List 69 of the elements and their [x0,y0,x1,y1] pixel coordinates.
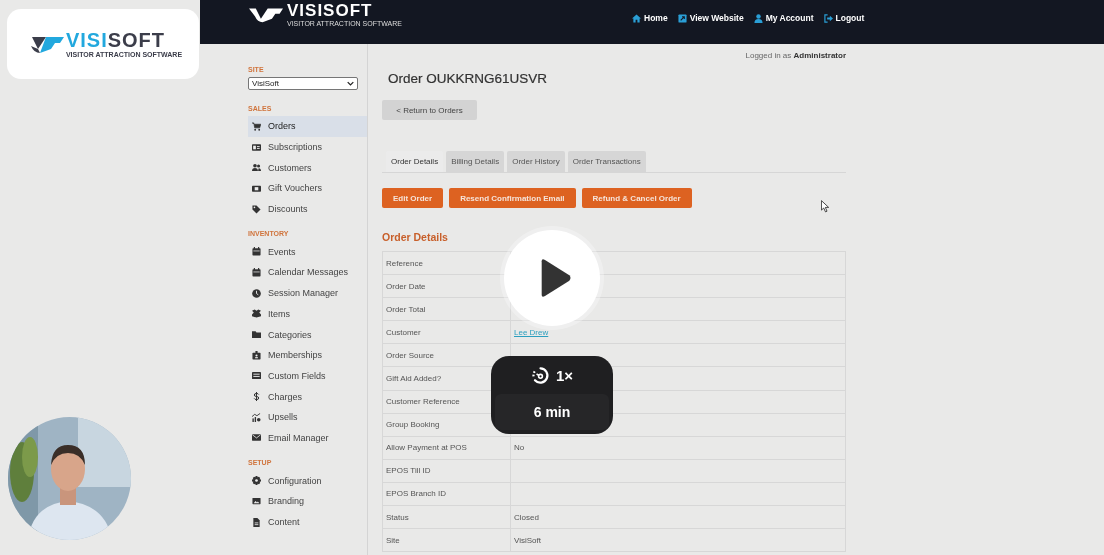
tab[interactable]: Billing Details [446,151,505,172]
sidebar-item[interactable]: Branding [248,491,367,512]
sidebar-item[interactable]: Content [248,511,367,533]
sidebar-item[interactable]: Discounts [248,198,367,220]
boxes-icon [252,309,261,319]
sidebar-item[interactable]: Email Manager [248,427,367,449]
image-icon [252,496,261,506]
table-cell: EPOS Branch ID [382,482,511,506]
logo-wordmark: VISISOFT [287,2,374,19]
sidebar-item[interactable]: Calendar Messages [248,262,367,283]
sidebar-item[interactable]: Memberships [248,344,367,366]
sidebar-item[interactable]: Events [248,241,367,263]
badge-icon [252,350,261,360]
tab[interactable]: Order History [507,151,565,172]
speedometer-icon [530,365,550,385]
chart-icon [252,412,261,422]
folder-icon [252,330,261,340]
cursor-icon [821,200,830,213]
return-button[interactable]: < Return to Orders [382,100,477,120]
duration-label: 6 min [495,394,609,430]
calendar-icon [252,247,261,257]
play-button[interactable] [504,230,600,326]
logo-icon [248,6,284,23]
sidebar-item[interactable]: Orders [248,116,367,137]
sidebar-item[interactable]: Upsells [248,406,367,428]
sidebar-item[interactable]: Configuration [248,470,367,491]
logout-icon [823,13,833,23]
site-dropdown[interactable]: VisiSoft [248,77,358,90]
users-icon [252,163,261,173]
page-title: Order OUKKRNG61USVR [388,71,549,86]
table-cell: VisiSoft [514,535,541,545]
chevron-icon [347,81,354,86]
sidebar-item[interactable]: Customers [248,157,367,179]
nav-link[interactable]: Logout [823,13,865,23]
settings-icon [252,476,261,486]
table-cell: Customer [382,320,511,344]
envelope-icon [252,433,261,443]
section-heading: Order Details [382,231,449,243]
table-cell: No [514,443,525,453]
table-cell: EPOS Till ID [382,459,511,483]
sidebar-item[interactable]: Charges [248,386,367,407]
sidebar-item[interactable]: Items [248,303,367,325]
home-icon [632,13,641,23]
clock-icon [252,288,261,298]
sidebar-item[interactable]: Custom Fields [248,365,367,387]
dollar-icon [252,392,261,402]
nav-link[interactable]: My Account [753,13,814,23]
nav-link[interactable]: View Website [677,13,744,23]
table-cell: Status [382,505,511,529]
sidebar-item[interactable]: Gift Vouchers [248,178,367,199]
id-card-icon [252,142,261,152]
user-icon [753,13,763,23]
table-cell: Site [382,528,511,552]
tab[interactable]: Order Transactions [567,151,646,172]
ticket-icon [252,183,261,193]
sidebar-item[interactable]: Session Manager [248,282,367,304]
document-icon [252,517,261,527]
tag-icon [252,204,261,214]
cart-icon [252,121,261,131]
list-icon [252,371,261,381]
logo-wordmark: VISISOFT [65,30,167,50]
sidebar-item[interactable]: Categories [248,324,367,345]
external-link-icon [677,13,687,23]
calendar-icon [252,267,261,277]
logged-in-text: Logged in as Administrator [745,51,846,60]
table-cell: Allow Payment at POS [382,436,511,460]
nav-link[interactable]: Home [632,13,668,23]
sidebar-item[interactable]: Subscriptions [248,136,367,158]
table-cell: Closed [514,512,539,522]
